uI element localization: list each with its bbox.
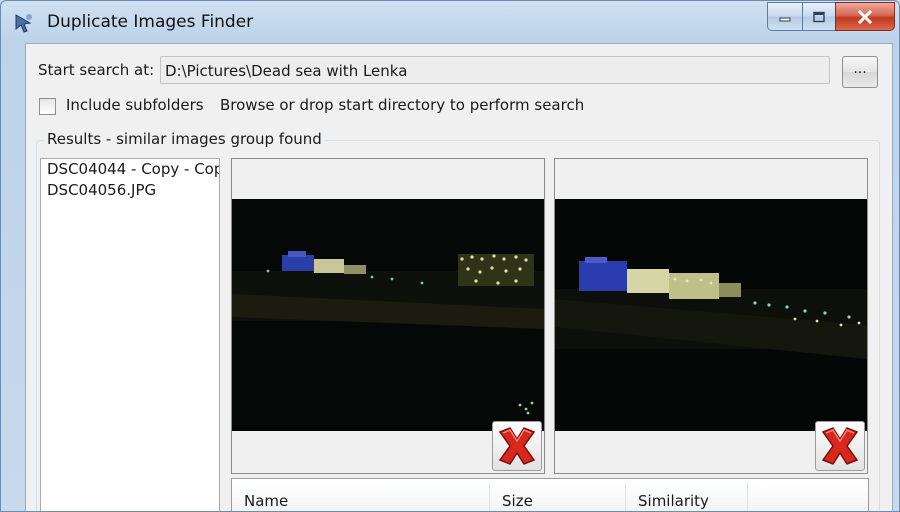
start-path-field[interactable]: D:\Pictures\Dead sea with Lenka bbox=[160, 56, 830, 84]
close-icon bbox=[857, 9, 873, 24]
column-header-name[interactable]: Name bbox=[232, 483, 490, 511]
red-x-delete-icon bbox=[821, 427, 859, 465]
right-image-preview[interactable] bbox=[555, 199, 867, 431]
app-window: Duplicate Images Finder Start search at:… bbox=[0, 0, 900, 512]
column-header-empty bbox=[748, 483, 868, 511]
list-item[interactable]: DSC04044 - Copy - Copy.JPG bbox=[41, 159, 219, 180]
red-x-delete-icon bbox=[498, 427, 536, 465]
window-title: Duplicate Images Finder bbox=[47, 12, 254, 32]
browse-button[interactable]: ... bbox=[842, 56, 878, 88]
column-header-similarity[interactable]: Similarity bbox=[626, 483, 748, 511]
minimize-button[interactable] bbox=[767, 2, 802, 31]
left-image-preview[interactable] bbox=[232, 199, 544, 431]
search-hint: Browse or drop start directory to perfor… bbox=[220, 96, 585, 114]
close-button[interactable] bbox=[835, 2, 895, 31]
include-subfolders-checkbox[interactable] bbox=[39, 98, 56, 115]
minimize-icon bbox=[779, 17, 791, 21]
column-header-size[interactable]: Size bbox=[490, 483, 626, 511]
maximize-icon bbox=[813, 11, 825, 22]
caption-buttons bbox=[767, 2, 895, 31]
image-details-table[interactable]: Name Size Similarity bbox=[231, 478, 869, 511]
start-search-label: Start search at: bbox=[38, 61, 155, 79]
results-file-list[interactable]: DSC04044 - Copy - Copy.JPG DSC04056.JPG bbox=[40, 158, 220, 511]
details-table-header: Name Size Similarity bbox=[232, 483, 868, 511]
main-panel: Start search at: D:\Pictures\Dead sea wi… bbox=[25, 43, 893, 511]
list-item[interactable]: DSC04056.JPG bbox=[41, 180, 219, 201]
results-group-title: Results - similar images group found bbox=[44, 130, 325, 148]
delete-left-image-button[interactable] bbox=[492, 421, 542, 471]
include-subfolders-label: Include subfolders bbox=[66, 96, 204, 114]
title-bar[interactable]: Duplicate Images Finder bbox=[1, 1, 899, 43]
delete-right-image-button[interactable] bbox=[815, 421, 865, 471]
maximize-button[interactable] bbox=[802, 2, 835, 31]
app-icon bbox=[15, 14, 32, 33]
